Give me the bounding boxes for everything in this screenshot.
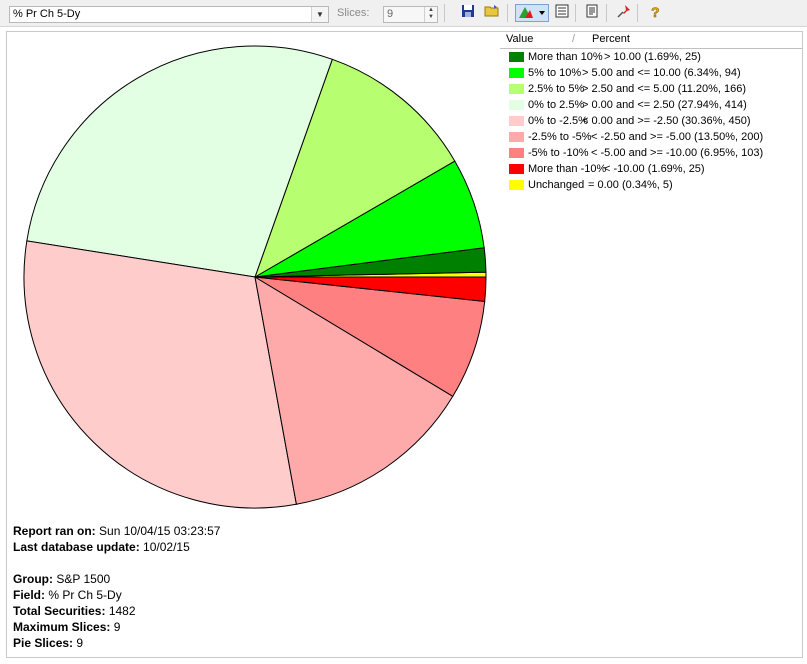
legend-row[interactable]: More than -10% < -10.00 (1.69%, 25) [500,161,802,177]
report-ran-line: Report ran on: Sun 10/04/15 03:23:57 [13,523,220,539]
chevron-down-icon[interactable]: ▼ [311,7,328,22]
legend-label: More than 10% [528,51,603,63]
legend-range: > 10.00 (1.69%, 25) [604,51,701,63]
legend-swatch [509,164,524,174]
legend-label: More than -10% [528,163,607,175]
pie-chart-icon [519,7,545,18]
field-label: Field: [13,588,45,602]
legend-swatch [509,68,524,78]
total-line: Total Securities: 1482 [13,603,220,619]
save-icon[interactable] [459,4,477,22]
spin-arrows-icon[interactable]: ▲ ▼ [424,7,437,22]
legend-row[interactable]: -2.5% to -5% < -2.50 and >= -5.00 (13.50%… [500,129,802,145]
legend-range: = 0.00 (0.34%, 5) [588,179,673,191]
total-value: 1482 [108,604,136,618]
toolbar-separator [637,4,638,22]
max-slices-label: Maximum Slices: [13,620,111,634]
toolbar: % Pr Ch 5-Dy ▼ Slices: 9 ▲ ▼ ? [0,0,807,27]
svg-text:?: ? [651,4,660,20]
toolbar-separator [575,4,576,22]
help-icon[interactable]: ? [646,4,664,22]
legend-row[interactable]: 0% to 2.5% > 0.00 and <= 2.50 (27.94%, 41… [500,97,802,113]
group-line: Group: S&P 1500 [13,571,220,587]
legend-label: -2.5% to -5% [528,131,592,143]
list-icon[interactable] [553,4,571,22]
legend-row[interactable]: 0% to -2.5% < 0.00 and >= -2.50 (30.36%, … [500,113,802,129]
report-ran-label: Report ran on: [13,524,96,538]
legend-row[interactable]: 2.5% to 5% > 2.50 and <= 5.00 (11.20%, 16… [500,81,802,97]
legend-rows: More than 10% > 10.00 (1.69%, 25) 5% to 10… [500,49,802,193]
group-label: Group: [13,572,53,586]
legend-header-percent[interactable]: Percent [592,32,630,47]
legend-swatch [509,116,524,126]
legend-range: > 2.50 and <= 5.00 (11.20%, 166) [582,83,747,95]
legend-header: Value / Percent [500,32,802,49]
legend-label: 2.5% to 5% [528,83,585,95]
legend-swatch [509,100,524,110]
legend-label: 0% to -2.5% [528,115,588,127]
pie-slices-value: 9 [76,636,84,650]
db-update-line: Last database update: 10/02/15 [13,539,220,555]
legend-label: 5% to 10% [528,67,582,79]
legend-label: -5% to -10% [528,147,589,159]
legend-row[interactable]: -5% to -10% < -5.00 and >= -10.00 (6.95%,… [500,145,802,161]
legend-label: 0% to 2.5% [528,99,585,111]
chart-panel: Value / Percent More than 10% > 10.00 (1.… [6,31,803,658]
max-slices-line: Maximum Slices: 9 [13,619,220,635]
pie-chart [23,45,487,509]
slices-stepper-value: 9 [387,8,394,20]
field-value: % Pr Ch 5-Dy [48,588,122,602]
legend-swatch [509,84,524,94]
legend-range: > 0.00 and <= 2.50 (27.94%, 414) [582,99,747,111]
legend-range: < -10.00 (1.69%, 25) [604,163,705,175]
legend-row[interactable]: More than 10% > 10.00 (1.69%, 25) [500,49,802,65]
total-label: Total Securities: [13,604,106,618]
max-slices-value: 9 [113,620,121,634]
legend-range: < -2.50 and >= -5.00 (13.50%, 200) [591,131,764,143]
pie-slices-label: Pie Slices: [13,636,74,650]
toolbar-separator [444,4,445,22]
toolbar-separator [507,4,508,22]
report-ran-value: Sun 10/04/15 03:23:57 [99,524,221,538]
legend-header-value[interactable]: Value [506,32,533,47]
open-folder-icon[interactable] [483,4,501,22]
legend-label: Unchanged [528,179,585,191]
slices-stepper[interactable]: 9 ▲ ▼ [383,6,438,23]
report-info: Report ran on: Sun 10/04/15 03:23:57 Las… [13,523,220,651]
legend-range: < 0.00 and >= -2.50 (30.36%, 450) [582,115,751,127]
sort-indicator-icon: / [572,33,576,45]
db-update-value: 10/02/15 [143,540,190,554]
legend-row[interactable]: 5% to 10% > 5.00 and <= 10.00 (6.34%, 94) [500,65,802,81]
slices-label: Slices: [337,7,370,19]
db-update-label: Last database update: [13,540,140,554]
pin-icon[interactable] [615,4,633,22]
legend-range: > 5.00 and <= 10.00 (6.34%, 94) [582,67,741,79]
legend-swatch [509,132,524,142]
field-select[interactable]: % Pr Ch 5-Dy ▼ [9,6,329,23]
report-icon[interactable] [583,4,601,22]
legend-row[interactable]: Unchanged = 0.00 (0.34%, 5) [500,177,802,193]
field-select-value: % Pr Ch 5-Dy [13,8,81,20]
pie-slices-line: Pie Slices: 9 [13,635,220,651]
group-value: S&P 1500 [56,572,111,586]
legend: Value / Percent More than 10% > 10.00 (1.… [500,32,802,197]
field-line: Field: % Pr Ch 5-Dy [13,587,220,603]
toolbar-separator [606,4,607,22]
legend-swatch [509,180,524,190]
pie-chart-button[interactable] [515,4,549,22]
legend-range: < -5.00 and >= -10.00 (6.95%, 103) [591,147,764,159]
legend-swatch [509,52,524,62]
legend-swatch [509,148,524,158]
